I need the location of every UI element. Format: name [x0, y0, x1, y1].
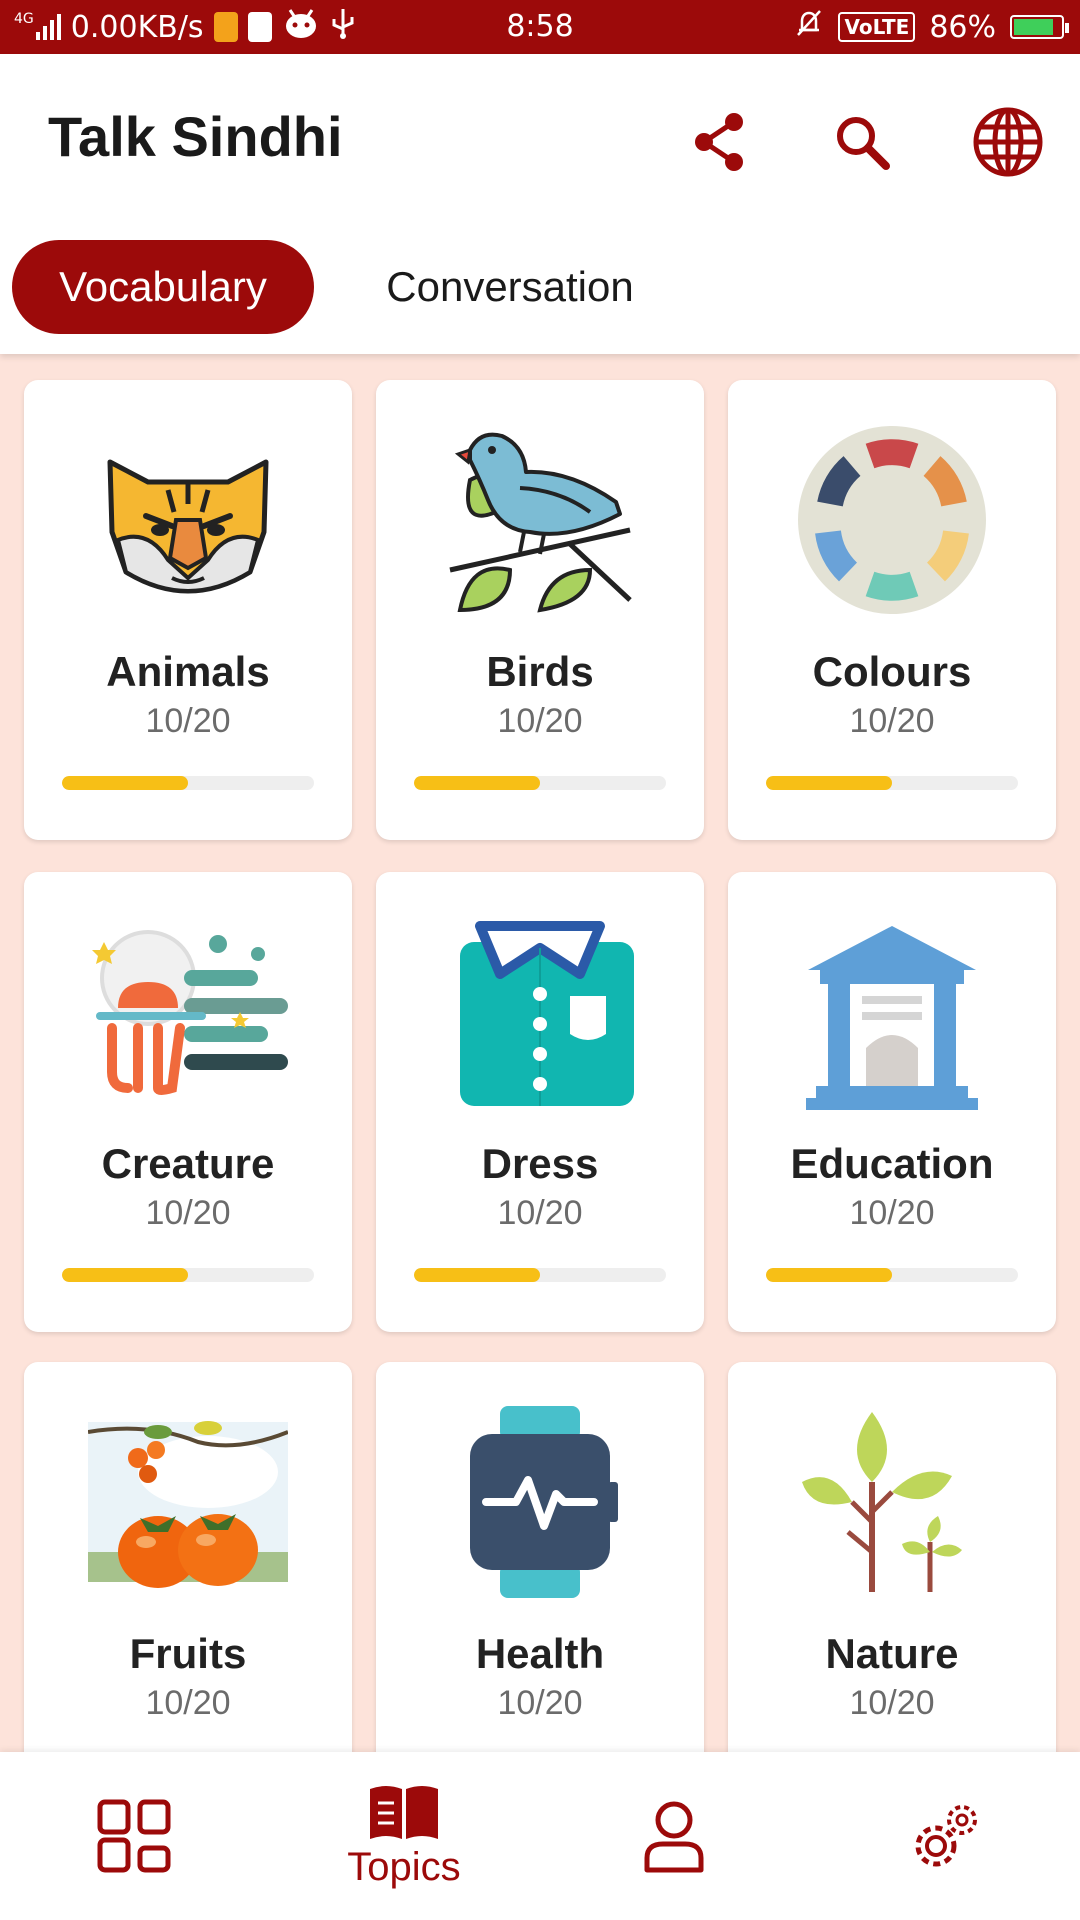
topic-card-creature[interactable]: Creature 10/20	[24, 872, 352, 1332]
battery-icon	[1010, 15, 1069, 39]
topic-card-colours[interactable]: Colours 10/20	[728, 380, 1056, 840]
app-title: Talk Sindhi	[48, 105, 343, 168]
volte-badge: VoLTE	[838, 12, 916, 42]
nav-dashboard[interactable]	[34, 1752, 234, 1920]
network-type: 4G	[14, 11, 34, 27]
topic-progress-text: 10/20	[497, 702, 583, 740]
app-notification-icon	[213, 12, 238, 42]
mute-bell-icon	[794, 8, 824, 46]
share-icon[interactable]	[682, 104, 758, 180]
topic-progress-text: 10/20	[145, 702, 231, 740]
battery-level	[1014, 19, 1053, 35]
nav-profile[interactable]	[574, 1752, 774, 1920]
topic-progress-bar	[62, 776, 314, 790]
status-bar: 4G 0.00KB/s 8:58 VoLTE 86%	[0, 0, 1080, 54]
topic-card-animals[interactable]: Animals 10/20	[24, 380, 352, 840]
topic-progress-bar	[766, 1268, 1018, 1282]
dashboard-icon	[97, 1799, 171, 1873]
network-speed: 0.00KB/s	[70, 9, 204, 45]
topic-progress-text: 10/20	[497, 1194, 583, 1232]
plant-icon	[792, 1402, 992, 1602]
nav-topics-label: Topics	[347, 1844, 461, 1889]
calendar-notification-icon	[247, 12, 272, 42]
color-wheel-icon	[792, 420, 992, 620]
topic-progress-bar	[414, 776, 666, 790]
persimmon-icon	[87, 1402, 289, 1602]
app-screen: 4G 0.00KB/s 8:58 VoLTE 86% Talk Sindhi V…	[0, 0, 1080, 1920]
nav-settings[interactable]	[846, 1752, 1046, 1920]
progress-fill	[414, 1268, 540, 1282]
signal-icon	[35, 14, 61, 40]
settings-icon	[915, 1805, 977, 1867]
topic-title: Fruits	[129, 1630, 247, 1677]
topic-title: Education	[790, 1140, 994, 1187]
app-header: Talk Sindhi Vocabulary Conversation	[0, 54, 1080, 354]
topic-progress-bar	[62, 1268, 314, 1282]
profile-icon	[644, 1801, 704, 1873]
topic-progress-text: 10/20	[145, 1684, 231, 1722]
status-left: 4G 0.00KB/s	[14, 0, 356, 54]
topic-progress-text: 10/20	[849, 1194, 935, 1232]
book-icon	[370, 1785, 438, 1839]
topic-card-dress[interactable]: Dress 10/20	[376, 872, 704, 1332]
topic-title: Health	[475, 1630, 605, 1677]
topic-progress-bar	[766, 776, 1018, 790]
topic-card-education[interactable]: Education 10/20	[728, 872, 1056, 1332]
topic-progress-text: 10/20	[849, 702, 935, 740]
school-building-icon	[792, 912, 992, 1112]
topic-title: Colours	[812, 648, 972, 695]
tab-conversation[interactable]: Conversation	[350, 240, 670, 334]
topic-progress-bar	[414, 1268, 666, 1282]
bottom-navigation: Topics	[0, 1752, 1080, 1920]
globe-icon[interactable]	[970, 104, 1046, 180]
tiger-icon	[88, 420, 288, 620]
progress-fill	[62, 776, 188, 790]
progress-fill	[62, 1268, 188, 1282]
search-icon[interactable]	[824, 104, 900, 180]
shirt-icon	[440, 912, 640, 1112]
topic-card-birds[interactable]: Birds 10/20	[376, 380, 704, 840]
battery-percent: 86%	[929, 9, 996, 45]
progress-fill	[766, 776, 892, 790]
tab-vocabulary[interactable]: Vocabulary	[12, 240, 314, 334]
topic-title: Nature	[825, 1630, 959, 1677]
topic-progress-text: 10/20	[145, 1194, 231, 1232]
progress-fill	[414, 776, 540, 790]
topic-progress-text: 10/20	[497, 1684, 583, 1722]
status-right: VoLTE 86%	[794, 0, 1069, 54]
nav-topics[interactable]: Topics	[304, 1752, 504, 1920]
topic-title: Dress	[481, 1140, 599, 1187]
topic-progress-text: 10/20	[849, 1684, 935, 1722]
topic-title: Birds	[486, 648, 594, 695]
progress-fill	[766, 1268, 892, 1282]
bird-icon	[440, 420, 640, 620]
topic-title: Animals	[106, 648, 270, 695]
smartwatch-icon	[440, 1402, 640, 1602]
android-icon	[284, 8, 318, 46]
topic-title: Creature	[101, 1140, 275, 1187]
usb-icon	[330, 7, 356, 47]
octopus-icon	[88, 912, 288, 1112]
